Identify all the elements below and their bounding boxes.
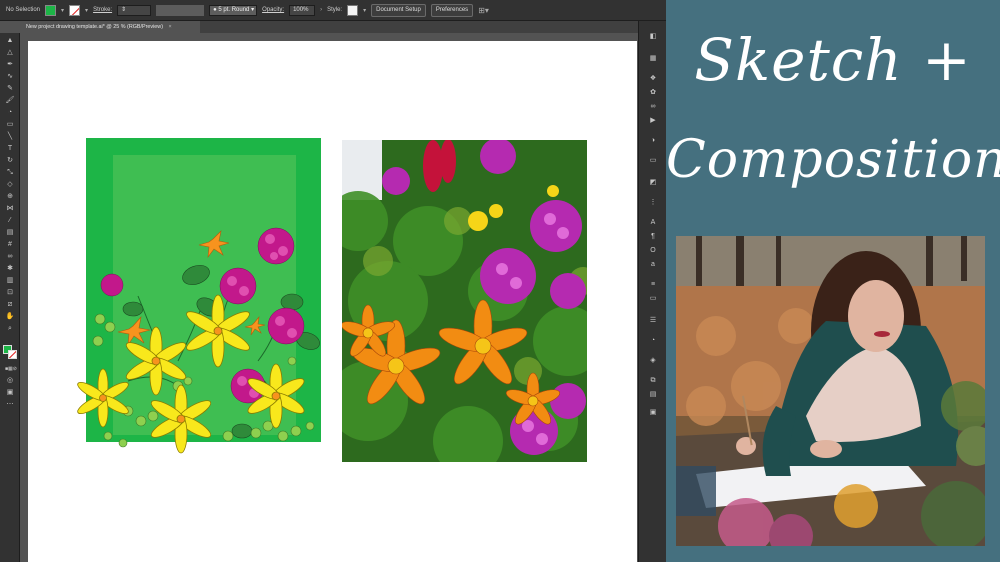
scale-tool-icon[interactable]: ⤡ — [5, 169, 15, 177]
draw-mode-icon[interactable]: ◎ — [5, 377, 15, 385]
shape-builder-tool-icon[interactable]: ⊕ — [5, 193, 15, 201]
eraser-tool-icon[interactable]: ◇ — [5, 181, 15, 189]
glyphs-icon[interactable]: a — [648, 261, 658, 269]
grid-icon[interactable]: ⋮ — [648, 199, 658, 207]
stroke-swatch[interactable] — [69, 4, 81, 16]
more-tools-icon[interactable]: ⋯ — [5, 401, 15, 409]
flower-photo[interactable] — [328, 138, 603, 476]
gradient-tool-icon[interactable]: ▤ — [5, 229, 15, 237]
align-icon[interactable]: ≡ — [648, 281, 658, 289]
stroke-weight-field[interactable]: ⇕ — [117, 4, 152, 16]
chevron-right-icon[interactable]: › — [320, 7, 322, 13]
artist-photo-svg — [676, 236, 985, 546]
title-panel: Sketch + Composition — [666, 0, 1000, 562]
control-bar: No Selection ▾ ▾ Stroke: ⇕ ● 5 pt. Round… — [0, 0, 666, 21]
selection-tool-icon[interactable]: ▲ — [5, 37, 15, 45]
artboard-tool-icon[interactable]: ⊡ — [5, 289, 15, 297]
opacity-field[interactable]: 100% — [289, 4, 316, 16]
graphic-style-swatch[interactable] — [347, 4, 359, 16]
color-mode-icons[interactable]: ■▦⊘ — [5, 365, 17, 373]
width-tool-icon[interactable]: ⋈ — [5, 205, 15, 213]
comments-icon[interactable]: ▭ — [648, 295, 658, 303]
direct-selection-tool-icon[interactable]: △ — [5, 49, 15, 57]
arrange-icon[interactable]: ⊞▾ — [478, 6, 489, 15]
pathfinder-icon[interactable]: ☰ — [648, 317, 658, 325]
symbols-icon[interactable]: ✿ — [648, 89, 658, 97]
links-icon[interactable]: ▣ — [648, 409, 658, 417]
brush-label: 5 pt. Round — [218, 6, 250, 13]
variable-width-profile[interactable] — [156, 4, 205, 16]
transform-icon[interactable]: ◔ — [648, 337, 658, 345]
canvas-area[interactable] — [20, 33, 638, 562]
illustrator-window: No Selection ▾ ▾ Stroke: ⇕ ● 5 pt. Round… — [0, 0, 666, 562]
document-tab-title: New project drawing template.ai* @ 25 % … — [26, 24, 163, 30]
rectangle-tool-icon[interactable]: ▭ — [5, 121, 15, 129]
document-tab-bar: New project drawing template.ai* @ 25 % … — [20, 21, 638, 33]
libraries-icon[interactable]: ▤ — [648, 391, 658, 399]
graph-tool-icon[interactable]: ▥ — [5, 277, 15, 285]
artboard[interactable] — [28, 41, 637, 562]
line-tool-icon[interactable]: ╲ — [5, 133, 15, 141]
artist-photo — [676, 236, 985, 546]
stroke-label: Stroke: — [93, 7, 113, 13]
chevron-down-icon[interactable]: ▾ — [85, 7, 88, 14]
document-setup-button[interactable]: Document Setup — [371, 3, 426, 17]
curvature-tool-icon[interactable]: ∿ — [5, 73, 15, 81]
brushes-icon[interactable]: ❖ — [648, 75, 658, 83]
panel-dock: ◧ ▦ ❖ ✿ ∞ ▶ ◑ ▭ ◩ ⋮ A ¶ O a ≡ ▭ ☰ ◔ ◈ ⧉ … — [638, 21, 666, 562]
selection-label: No Selection — [6, 7, 41, 13]
appearance-icon[interactable]: ▶ — [648, 117, 658, 125]
artwork-svg — [75, 138, 603, 476]
title-line-2: Composition — [666, 130, 1000, 190]
eyedropper-tool-icon[interactable]: ⁄ — [5, 217, 15, 225]
paintbrush-tool-icon[interactable]: 🖌 — [5, 97, 15, 105]
graphic-styles-icon[interactable]: ∞ — [648, 103, 658, 111]
close-icon[interactable]: × — [169, 24, 172, 30]
swatches-icon[interactable]: ▦ — [648, 55, 658, 63]
opentype-icon[interactable]: O — [648, 247, 658, 255]
blend-tool-icon[interactable]: ∞ — [5, 253, 15, 261]
hand-tool-icon[interactable]: ✋ — [5, 313, 15, 321]
document-tab[interactable]: New project drawing template.ai* @ 25 % … — [20, 21, 200, 33]
pen-tool-icon[interactable]: ✒ — [5, 61, 15, 69]
type-tool-icon[interactable]: T — [5, 145, 15, 153]
gradient-icon[interactable]: ▭ — [648, 157, 658, 165]
brush-definition-field[interactable]: ● 5 pt. Round ▾ — [209, 4, 258, 16]
mesh-tool-icon[interactable]: # — [5, 241, 15, 249]
zoom-tool-icon[interactable]: ⌕ — [5, 325, 15, 333]
blob-brush-tool-icon[interactable]: ◔ — [5, 109, 15, 117]
chevron-down-icon[interactable]: ▾ — [61, 7, 64, 14]
rotate-tool-icon[interactable]: ↻ — [5, 157, 15, 165]
stroke-icon[interactable]: ◑ — [648, 137, 658, 145]
artboards-icon[interactable]: ⧉ — [648, 377, 658, 385]
stroke-square[interactable] — [8, 350, 17, 359]
preferences-button[interactable]: Preferences — [430, 3, 474, 17]
screen-mode-icon[interactable]: ▣ — [5, 389, 15, 397]
slice-tool-icon[interactable]: ⧄ — [5, 301, 15, 309]
style-label: Style: — [327, 7, 343, 13]
fill-swatch[interactable] — [45, 4, 57, 16]
flower-illustration[interactable] — [75, 138, 322, 454]
symbol-sprayer-tool-icon[interactable]: ✱ — [5, 265, 15, 273]
paragraph-icon[interactable]: ¶ — [648, 233, 658, 241]
transparency-icon[interactable]: ◩ — [648, 179, 658, 187]
chevron-down-icon[interactable]: ▾ — [363, 7, 366, 14]
character-icon[interactable]: A — [648, 219, 658, 227]
pencil-tool-icon[interactable]: ✎ — [5, 85, 15, 93]
color-icon[interactable]: ◧ — [648, 33, 658, 41]
fill-stroke-widget[interactable] — [3, 345, 17, 359]
opacity-label: Opacity: — [262, 7, 285, 13]
title-line-1: Sketch + — [694, 26, 972, 94]
tools-panel: ▲ △ ✒ ∿ ✎ 🖌 ◔ ▭ ╲ T ↻ ⤡ ◇ ⊕ ⋈ ⁄ ▤ # ∞ ✱ … — [0, 33, 20, 562]
layers-icon[interactable]: ◈ — [648, 357, 658, 365]
